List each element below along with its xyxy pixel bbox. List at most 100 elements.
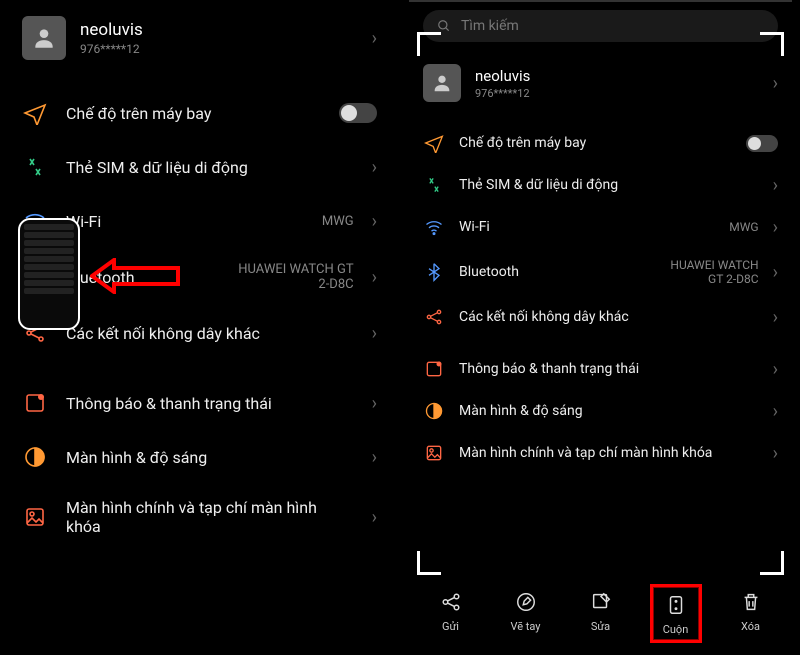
tool-label: Xóa <box>741 620 760 633</box>
crop-corner-bl[interactable] <box>417 551 441 575</box>
setting-label: Các kết nối không dây khác <box>66 324 354 343</box>
setting-label: Wi-Fi <box>459 219 715 235</box>
share-icon <box>437 588 465 616</box>
chevron-right-icon: › <box>372 267 377 288</box>
setting-label: Màn hình chính và tạp chí màn hình khóa <box>66 498 354 536</box>
chevron-right-icon: › <box>372 507 377 528</box>
setting-label: Chế độ trên máy bay <box>66 104 321 123</box>
profile-phone: 976*****12 <box>475 87 759 100</box>
setting-label: Wi-Fi <box>66 212 304 231</box>
setting-home[interactable]: Màn hình chính và tạp chí màn hình khóa› <box>409 432 792 474</box>
chevron-right-icon: › <box>372 393 377 414</box>
tool-draw[interactable]: Vẽ tay <box>500 584 552 643</box>
chevron-right-icon: › <box>773 359 778 380</box>
draw-icon <box>512 588 540 616</box>
chevron-right-icon: › <box>773 73 778 94</box>
bt-icon <box>423 261 445 283</box>
setting-label: Màn hình chính và tạp chí màn hình khóa <box>459 445 759 461</box>
settings-list-2: Thông báo & thanh trạng thái›Màn hình & … <box>8 376 391 550</box>
sim-icon <box>423 174 445 196</box>
profile-row[interactable]: neoluvis 976*****12 › <box>8 6 391 70</box>
tool-edit[interactable]: Sửa <box>575 584 627 643</box>
setting-label: Màn hình & độ sáng <box>66 448 354 467</box>
display-icon <box>423 400 445 422</box>
edit-icon <box>587 588 615 616</box>
tool-label: Vẽ tay <box>510 620 540 633</box>
setting-label: Thẻ SIM & dữ liệu di động <box>459 177 759 193</box>
airplane-icon <box>22 100 48 126</box>
setting-label: Bluetooth <box>459 264 645 280</box>
chevron-right-icon: › <box>372 447 377 468</box>
search-icon <box>437 19 451 33</box>
setting-home[interactable]: Màn hình chính và tạp chí màn hình khóa › <box>8 484 391 550</box>
profile-text: neoluvis 976*****12 <box>475 67 759 100</box>
search-placeholder: Tìm kiếm <box>461 18 519 34</box>
chevron-right-icon: › <box>773 307 778 328</box>
profile-name: neoluvis <box>80 20 358 40</box>
crop-corner-tl[interactable] <box>417 32 441 56</box>
screenshot-toolbar: Gửi Vẽ tay Sửa Cuộn Xóa <box>409 578 792 649</box>
profile-text: neoluvis 976*****12 <box>80 20 358 56</box>
setting-label: Thẻ SIM & dữ liệu di động <box>66 158 354 177</box>
airplane-icon <box>423 132 445 154</box>
setting-label: Thông báo & thanh trạng thái <box>459 361 759 377</box>
setting-sim[interactable]: Thẻ SIM & dữ liệu di động › <box>8 140 391 194</box>
setting-value: HUAWEI WATCH GT 2-D8C <box>659 258 759 286</box>
setting-label: Chế độ trên máy bay <box>459 135 732 151</box>
sim-icon <box>22 154 48 180</box>
profile-phone: 976*****12 <box>80 42 358 56</box>
setting-sim[interactable]: Thẻ SIM & dữ liệu di động › <box>409 164 792 206</box>
screenshot-thumbnail[interactable] <box>18 218 80 330</box>
chevron-right-icon: › <box>372 157 377 178</box>
delete-icon <box>737 588 765 616</box>
tool-share[interactable]: Gửi <box>425 584 477 643</box>
settings-list: Chế độ trên máy bay Thẻ SIM & dữ liệu di … <box>409 122 792 338</box>
chevron-right-icon: › <box>773 401 778 422</box>
display-icon <box>22 444 48 470</box>
setting-label: Thông báo & thanh trạng thái <box>66 394 354 413</box>
chevron-right-icon: › <box>773 175 778 196</box>
tool-label: Sửa <box>591 620 610 633</box>
avatar-icon <box>423 64 461 102</box>
setting-notif[interactable]: Thông báo & thanh trạng thái › <box>8 376 391 430</box>
chevron-right-icon: › <box>372 323 377 344</box>
setting-display[interactable]: Màn hình & độ sáng › <box>8 430 391 484</box>
tool-delete[interactable]: Xóa <box>725 584 777 643</box>
chevron-right-icon: › <box>372 28 377 49</box>
toggle-switch[interactable] <box>339 103 377 123</box>
tool-label: Cuộn <box>663 623 689 636</box>
chevron-right-icon: › <box>372 211 377 232</box>
scroll-icon <box>662 591 690 619</box>
crop-corner-br[interactable] <box>760 551 784 575</box>
right-screen: Tìm kiếm neoluvis 976*****12 › Chế độ tr… <box>409 0 792 655</box>
avatar-icon <box>22 16 66 60</box>
setting-value: MWG <box>729 220 758 234</box>
tool-label: Gửi <box>442 620 459 633</box>
notif-icon <box>22 390 48 416</box>
setting-wifi[interactable]: Wi-Fi MWG › <box>409 206 792 248</box>
profile-row[interactable]: neoluvis 976*****12 › <box>409 54 792 112</box>
left-screen: neoluvis 976*****12 › Chế độ trên máy ba… <box>8 0 391 655</box>
notif-icon <box>423 358 445 380</box>
setting-airplane[interactable]: Chế độ trên máy bay <box>409 122 792 164</box>
setting-label: Các kết nối không dây khác <box>459 309 759 325</box>
profile-name: neoluvis <box>475 67 759 85</box>
setting-value: MWG <box>322 214 354 229</box>
toggle-switch[interactable] <box>746 135 778 152</box>
chevron-right-icon: › <box>773 262 778 283</box>
setting-label: Bluetooth <box>66 268 216 287</box>
setting-notif[interactable]: Thông báo & thanh trạng thái › <box>409 348 792 390</box>
home-icon <box>22 504 48 530</box>
chevron-right-icon: › <box>773 217 778 238</box>
setting-airplane[interactable]: Chế độ trên máy bay <box>8 86 391 140</box>
home-icon <box>423 442 445 464</box>
setting-label: Màn hình & độ sáng <box>459 403 759 419</box>
other-icon <box>423 306 445 328</box>
crop-corner-tr[interactable] <box>760 32 784 56</box>
setting-other[interactable]: Các kết nối không dây khác › <box>409 296 792 338</box>
wifi-icon <box>423 216 445 238</box>
setting-display[interactable]: Màn hình & độ sáng › <box>409 390 792 432</box>
tool-scroll[interactable]: Cuộn <box>650 584 702 643</box>
search-bar[interactable]: Tìm kiếm <box>423 10 778 42</box>
setting-bt[interactable]: Bluetooth HUAWEI WATCH GT 2-D8C › <box>409 248 792 296</box>
